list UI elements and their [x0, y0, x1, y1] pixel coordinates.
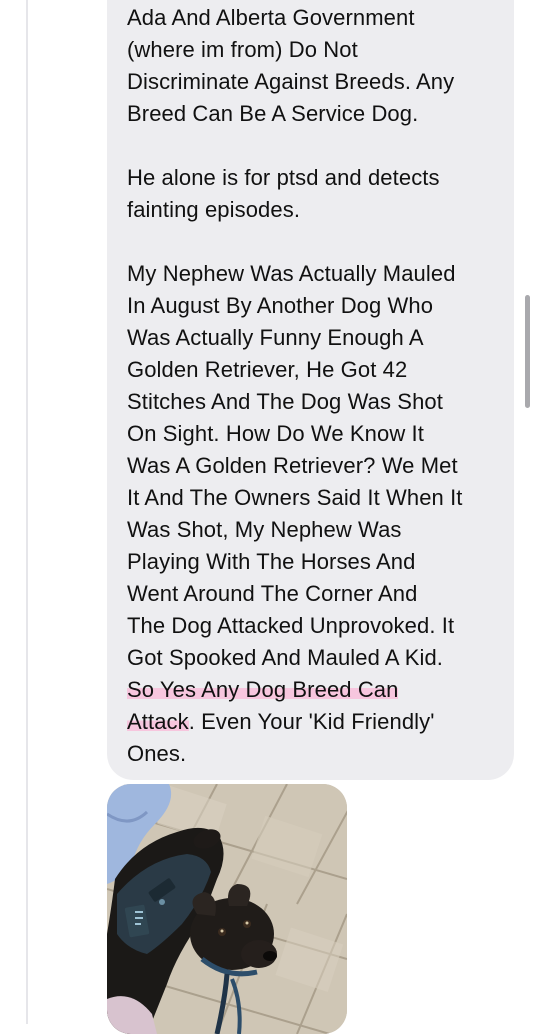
message-paragraph-3-main: My Nephew Was Actually Mauled In August …: [127, 261, 463, 670]
message-paragraph-2: He alone is for ptsd and detects faintin…: [127, 165, 440, 222]
message-text: Ada And Alberta Government (where im fro…: [127, 2, 505, 770]
dog-photo-attachment[interactable]: [107, 784, 347, 1034]
dog-photo-image: [107, 784, 347, 1034]
scrollbar[interactable]: [525, 295, 530, 408]
message-paragraph-3: My Nephew Was Actually Mauled In August …: [127, 258, 505, 770]
message-paragraph-1: Ada And Alberta Government (where im fro…: [127, 5, 455, 126]
thread-line: [26, 0, 28, 1024]
